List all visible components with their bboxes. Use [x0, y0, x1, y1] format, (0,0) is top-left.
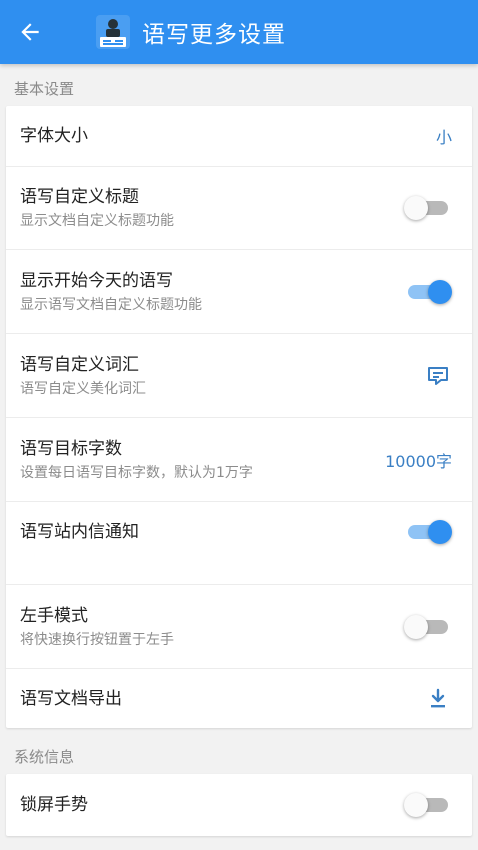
inbox-notice-toggle[interactable] [404, 520, 452, 544]
app-bar: 语写更多设置 [0, 0, 478, 64]
toggle-thumb [428, 279, 452, 304]
lock-gesture-toggle[interactable] [404, 793, 452, 817]
setting-title: 显示开始今天的语写 [20, 270, 173, 291]
font-size-value[interactable]: 小 [436, 124, 452, 148]
daily-goal-value[interactable]: 10000字 [385, 448, 452, 472]
setting-title: 左手模式 [20, 605, 88, 626]
app-logo-icon [96, 15, 130, 49]
show-start-today-toggle[interactable] [404, 279, 452, 304]
download-icon[interactable] [424, 685, 452, 713]
left-hand-mode-toggle[interactable] [404, 614, 452, 639]
section-header-system: 系统信息 [14, 747, 75, 766]
setting-subtitle: 显示语写文档自定义标题功能 [20, 296, 202, 313]
setting-left-hand-mode[interactable]: 左手模式 将快速换行按钮置于左手 [6, 584, 472, 668]
arrow-left-icon [21, 23, 39, 41]
setting-title: 语写文档导出 [20, 688, 122, 709]
setting-subtitle: 语写自定义美化词汇 [20, 380, 146, 397]
setting-export-docs[interactable]: 语写文档导出 [6, 668, 472, 728]
setting-show-start-today[interactable]: 显示开始今天的语写 显示语写文档自定义标题功能 [6, 249, 472, 333]
section-header-basic: 基本设置 [14, 79, 75, 98]
toggle-thumb [428, 520, 452, 544]
setting-daily-goal[interactable]: 语写目标字数 设置每日语写目标字数，默认为1万字 10000字 [6, 417, 472, 501]
toggle-thumb [404, 614, 428, 639]
back-button[interactable] [0, 0, 60, 64]
setting-title: 语写自定义词汇 [20, 354, 139, 375]
setting-inbox-notice[interactable]: 语写站内信通知 [6, 501, 472, 584]
setting-title: 语写目标字数 [20, 438, 122, 459]
setting-title: 锁屏手势 [20, 795, 88, 815]
toggle-thumb [404, 793, 428, 817]
setting-subtitle: 显示文档自定义标题功能 [20, 213, 174, 229]
setting-font-size[interactable]: 字体大小 小 [6, 106, 472, 166]
custom-title-toggle[interactable] [404, 196, 452, 220]
setting-subtitle: 将快速换行按钮置于左手 [20, 631, 174, 648]
page-title: 语写更多设置 [142, 22, 286, 48]
setting-custom-title[interactable]: 语写自定义标题 显示文档自定义标题功能 [6, 166, 472, 249]
setting-custom-vocabulary[interactable]: 语写自定义词汇 语写自定义美化词汇 [6, 333, 472, 417]
setting-title: 语写站内信通知 [20, 522, 139, 542]
setting-subtitle: 设置每日语写目标字数，默认为1万字 [20, 464, 253, 481]
setting-title: 语写自定义标题 [20, 187, 139, 207]
system-info-card: 锁屏手势 [6, 774, 472, 836]
toggle-thumb [404, 196, 428, 220]
setting-lock-gesture[interactable]: 锁屏手势 [6, 774, 472, 836]
basic-settings-card: 字体大小 小 语写自定义标题 显示文档自定义标题功能 显示开始今天的语写 显示语… [6, 106, 472, 728]
edit-note-icon[interactable] [424, 362, 452, 390]
setting-title: 字体大小 [20, 126, 88, 146]
